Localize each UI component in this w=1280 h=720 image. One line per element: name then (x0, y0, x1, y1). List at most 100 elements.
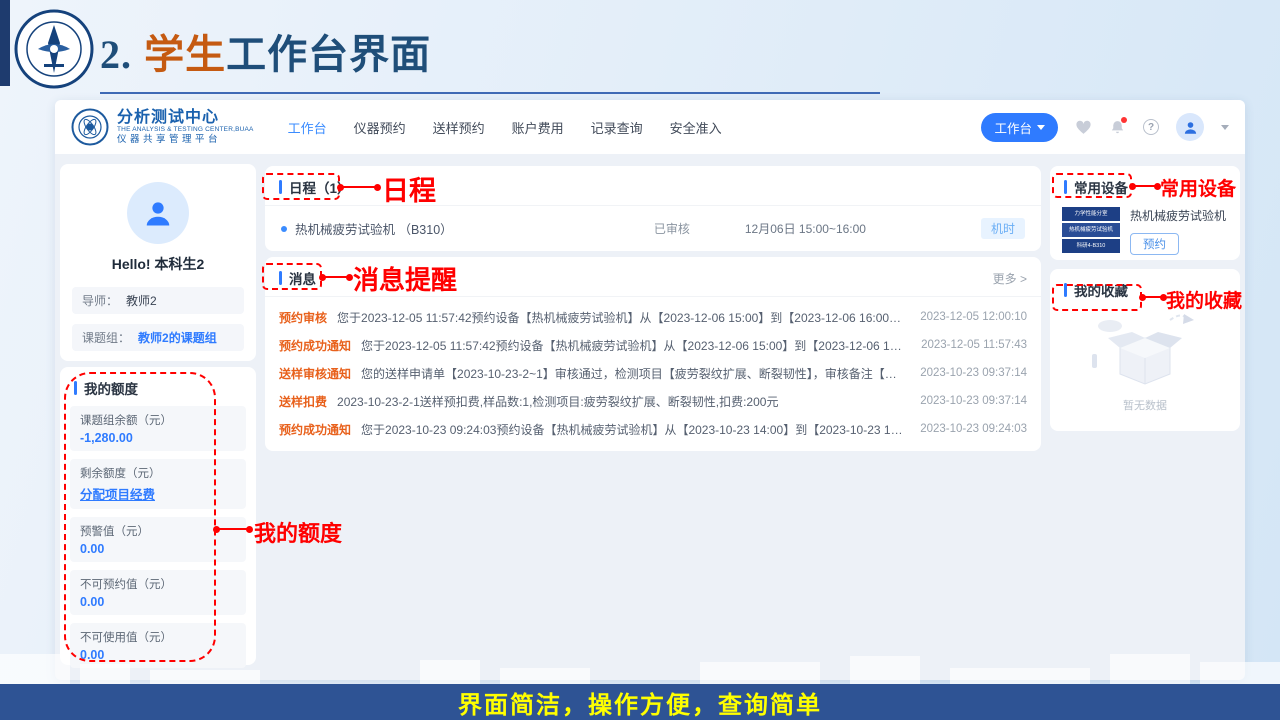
menu-item-instrument-booking[interactable]: 仪器预约 (354, 118, 406, 137)
quota-label: 课题组余额（元） (80, 412, 236, 428)
brand-text: 分析测试中心 THE ANALYSIS & TESTING CENTER,BUA… (117, 109, 254, 146)
profile-greeting: Hello! 本科生2 (60, 254, 256, 274)
quota-value: 0.00 (80, 542, 236, 556)
app-navbar: 分析测试中心 THE ANALYSIS & TESTING CENTER,BUA… (55, 100, 1245, 154)
help-icon[interactable]: ? (1143, 119, 1159, 135)
quota-label: 不可预约值（元） (80, 576, 236, 592)
caret-down-icon (1037, 125, 1045, 130)
section-accent-bar (279, 271, 282, 285)
schedule-title: 日程（1） (289, 177, 351, 197)
favorites-empty-state: 暂无数据 (1050, 308, 1240, 413)
section-accent-bar (279, 180, 282, 194)
message-row[interactable]: 预约成功通知 您于2023-12-05 11:57:42预约设备【热机械疲劳试验… (279, 331, 1027, 359)
mentor-label: 导师： (82, 292, 118, 309)
menu-item-workbench[interactable]: 工作台 (288, 118, 327, 137)
header-accent-bar (0, 0, 10, 86)
bullet-dot-icon (281, 226, 287, 232)
quota-item-warning: 预警值（元） 0.00 (70, 517, 246, 562)
message-row[interactable]: 送样审核通知 您的送样申请单【2023-10-23-2~1】审核通过，检测项目【… (279, 359, 1027, 387)
main-menu: 工作台 仪器预约 送样预约 账户费用 记录查询 安全准入 (288, 118, 722, 137)
group-label: 课题组： (82, 329, 130, 346)
quota-label: 不可使用值（元） (80, 629, 236, 645)
person-icon (143, 198, 173, 228)
empty-text: 暂无数据 (1050, 397, 1240, 413)
quota-label: 预警值（元） (80, 523, 236, 539)
message-time: 2023-10-23 09:37:14 (920, 395, 1027, 407)
mentor-row: 导师： 教师2 (72, 287, 244, 314)
thumb-line: 力学性能分室 (1062, 207, 1120, 221)
quota-item-no-booking: 不可预约值（元） 0.00 (70, 570, 246, 615)
allocate-funds-link[interactable]: 分配项目经费 (80, 484, 236, 503)
brand-subtitle-cn: 仪器共享管理平台 (117, 134, 254, 146)
message-time: 2023-12-05 12:00:10 (920, 311, 1027, 323)
message-row[interactable]: 送样扣费 2023-10-23-2-1送样预扣费,样品数:1,检测项目:疲劳裂纹… (279, 387, 1027, 415)
devices-title: 常用设备 (1074, 177, 1128, 197)
workspace-switch-label: 工作台 (994, 118, 1032, 137)
user-avatar[interactable] (1176, 113, 1204, 141)
favorites-heart-icon[interactable] (1075, 119, 1092, 136)
group-link[interactable]: 教师2的课题组 (138, 329, 217, 346)
message-body: 您于2023-10-23 09:24:03预约设备【热机械疲劳试验机】从【202… (361, 421, 906, 438)
message-time: 2023-10-23 09:24:03 (920, 423, 1027, 435)
thumb-line: 热机械疲劳试验机 (1062, 223, 1120, 237)
message-row[interactable]: 预约审核 您于2023-12-05 11:57:42预约设备【热机械疲劳试验机】… (279, 303, 1027, 331)
quota-value: -1,280.00 (80, 431, 236, 445)
devices-header: 常用设备 (1050, 166, 1240, 205)
menu-item-safety-access[interactable]: 安全准入 (670, 118, 722, 137)
app-window: 分析测试中心 THE ANALYSIS & TESTING CENTER,BUA… (55, 100, 1245, 680)
schedule-row[interactable]: 热机械疲劳试验机 （B310） 已审核 12月06日 15:00~16:00 机… (265, 206, 1041, 239)
schedule-time: 12月06日 15:00~16:00 (745, 220, 866, 237)
quota-value: 0.00 (80, 648, 236, 662)
section-accent-bar (1064, 283, 1067, 297)
page-title: 2. 学生工作台界面 (100, 22, 431, 80)
quota-item-no-use: 不可使用值（元） 0.00 (70, 623, 246, 668)
section-accent-bar (1064, 180, 1067, 194)
message-body: 2023-10-23-2-1送样预扣费,样品数:1,检测项目:疲劳裂纹扩展、断裂… (337, 393, 906, 410)
message-time: 2023-10-23 09:37:14 (920, 367, 1027, 379)
workspace-switch-button[interactable]: 工作台 (981, 113, 1058, 142)
footer-banner: 界面简洁，操作方便，查询简单 (0, 684, 1280, 720)
message-tag: 预约成功通知 (279, 421, 351, 438)
notification-badge (1121, 117, 1127, 123)
quota-header: 我的额度 (60, 367, 256, 406)
quota-item-group-balance: 课题组余额（元） -1,280.00 (70, 406, 246, 451)
messages-list: 预约审核 您于2023-12-05 11:57:42预约设备【热机械疲劳试验机】… (265, 297, 1041, 443)
messages-more-link[interactable]: 更多 > (993, 270, 1027, 287)
brand-subtitle-en: THE ANALYSIS & TESTING CENTER,BUAA (117, 126, 254, 134)
messages-header: 消息 更多 > (265, 257, 1041, 297)
brand: 分析测试中心 THE ANALYSIS & TESTING CENTER,BUA… (71, 108, 254, 146)
device-thumbnail[interactable]: 力学性能分室 热机械疲劳试验机 科研4-B310 (1062, 207, 1120, 255)
schedule-header: 日程（1） (265, 166, 1041, 206)
title-number: 2. (100, 32, 132, 77)
avatar-caret-icon[interactable] (1221, 125, 1229, 130)
messages-title: 消息 (289, 268, 316, 288)
profile-card: Hello! 本科生2 导师： 教师2 课题组： 教师2的课题组 (60, 164, 256, 361)
schedule-device: 热机械疲劳试验机 （B310） (295, 219, 654, 238)
slide-root: 2. 学生工作台界面 分析测试中心 THE ANALYSIS & TESTING… (0, 0, 1280, 720)
notifications-bell-icon[interactable] (1109, 119, 1126, 136)
thumb-line: 科研4-B310 (1062, 239, 1120, 253)
quota-card: 我的额度 课题组余额（元） -1,280.00 剩余额度（元） 分配项目经费 预… (60, 367, 256, 665)
message-tag: 预约审核 (279, 309, 327, 326)
menu-item-sample-booking[interactable]: 送样预约 (433, 118, 485, 137)
schedule-status: 已审核 (654, 220, 690, 237)
group-row: 课题组： 教师2的课题组 (72, 324, 244, 351)
favorites-title: 我的收藏 (1074, 280, 1128, 300)
devices-card: 常用设备 力学性能分室 热机械疲劳试验机 科研4-B310 热机械疲劳试验机 预… (1050, 166, 1240, 260)
message-tag: 预约成功通知 (279, 337, 351, 354)
device-info: 热机械疲劳试验机 预约 (1130, 207, 1226, 255)
menu-item-account-fees[interactable]: 账户费用 (512, 118, 564, 137)
favorites-header: 我的收藏 (1050, 269, 1240, 308)
messages-card: 消息 更多 > 预约审核 您于2023-12-05 11:57:42预约设备【热… (265, 257, 1041, 451)
schedule-card: 日程（1） 热机械疲劳试验机 （B310） 已审核 12月06日 15:00~1… (265, 166, 1041, 251)
menu-item-record-query[interactable]: 记录查询 (591, 118, 643, 137)
message-row[interactable]: 预约成功通知 您于2023-10-23 09:24:03预约设备【热机械疲劳试验… (279, 415, 1027, 443)
quota-value: 0.00 (80, 595, 236, 609)
university-logo-icon (14, 9, 94, 89)
message-time: 2023-12-05 11:57:43 (921, 339, 1027, 351)
title-underline (100, 92, 880, 94)
device-name: 热机械疲劳试验机 (1130, 207, 1226, 224)
reserve-button[interactable]: 预约 (1130, 233, 1179, 255)
mentor-value: 教师2 (126, 292, 157, 309)
message-body: 您于2023-12-05 11:57:42预约设备【热机械疲劳试验机】从【202… (337, 309, 906, 326)
